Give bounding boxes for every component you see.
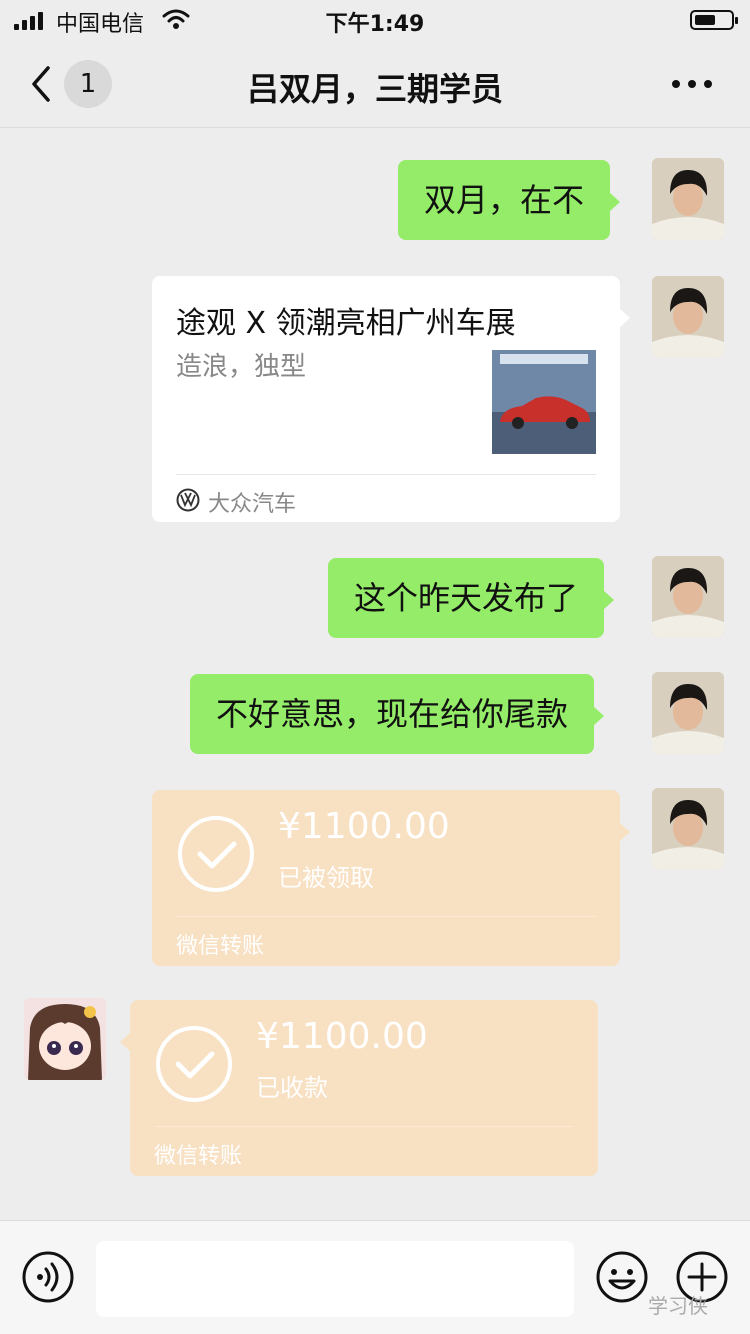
link-card-divider — [176, 474, 596, 475]
message-bubble-text[interactable]: 这个昨天发布了 — [328, 558, 615, 638]
transfer-label: 微信转账 — [176, 934, 265, 959]
more-options-icon[interactable] — [672, 80, 716, 90]
transfer-divider — [176, 916, 596, 917]
transfer-divider — [154, 1126, 574, 1127]
anime-girl-avatar-icon — [24, 998, 106, 1080]
car-thumbnail-image — [492, 350, 596, 454]
person-avatar-icon — [652, 788, 724, 870]
message-bubble-text[interactable]: 不好意思，现在给你尾款 — [190, 674, 605, 754]
person-avatar-icon — [652, 672, 724, 754]
checkmark-circle-icon — [178, 816, 254, 892]
my-avatar[interactable] — [652, 672, 724, 754]
message-bubble-text[interactable]: 双月，在不 — [398, 160, 621, 240]
battery-icon — [690, 10, 738, 30]
message-input[interactable] — [96, 1241, 574, 1317]
watermark-text: 学习侠 — [648, 1294, 708, 1318]
transfer-status: 已被领取 — [278, 864, 374, 892]
chat-input-bar — [0, 1220, 750, 1334]
peer-avatar[interactable] — [24, 998, 106, 1080]
my-avatar[interactable] — [652, 158, 724, 240]
transfer-status: 已收款 — [256, 1074, 328, 1102]
person-avatar-icon — [652, 158, 724, 240]
transfer-card[interactable]: ¥1100.00 已收款 微信转账 — [120, 1000, 598, 1176]
person-avatar-icon — [652, 276, 724, 358]
transfer-label: 微信转账 — [154, 1144, 243, 1169]
transfer-card[interactable]: ¥1100.00 已被领取 微信转账 — [152, 790, 630, 966]
transfer-amount: ¥1100.00 — [256, 1016, 428, 1057]
volkswagen-logo-icon — [176, 488, 200, 512]
link-card-source: 大众汽车 — [208, 492, 297, 517]
person-avatar-icon — [652, 556, 724, 638]
checkmark-circle-icon — [156, 1026, 232, 1102]
voice-input-icon[interactable] — [22, 1251, 74, 1303]
my-avatar[interactable] — [652, 788, 724, 870]
chat-title: 吕双月，三期学员 — [246, 70, 503, 108]
link-card-description: 造浪，独型 — [176, 352, 307, 382]
my-avatar[interactable] — [652, 556, 724, 638]
transfer-amount: ¥1100.00 — [278, 806, 450, 847]
emoji-icon[interactable] — [596, 1251, 648, 1303]
chat-header: 1 吕双月，三期学员 — [0, 40, 750, 128]
status-time: 下午1:49 — [325, 12, 425, 37]
status-bar: 中国电信 下午1:49 — [0, 0, 750, 40]
link-card-title: 途观 X 领潮亮相广州车展 — [176, 306, 516, 341]
link-card[interactable]: 途观 X 领潮亮相广州车展 造浪，独型 大众汽车 — [152, 276, 630, 522]
my-avatar[interactable] — [652, 276, 724, 358]
